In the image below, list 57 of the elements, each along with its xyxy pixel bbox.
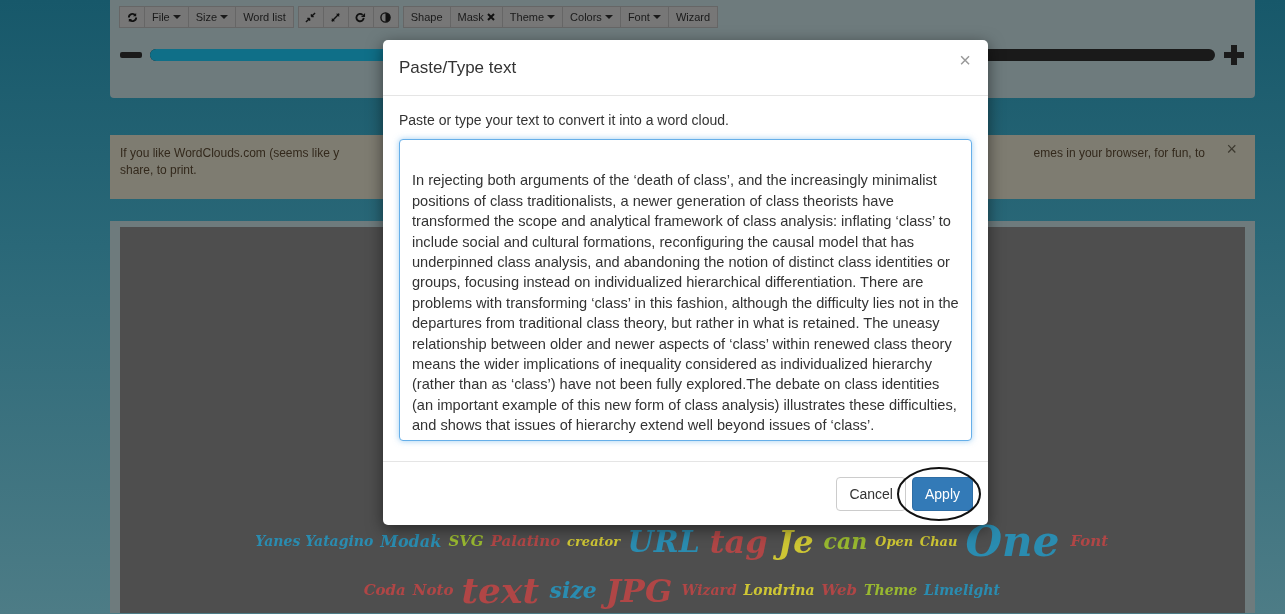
caret-icon <box>172 15 181 19</box>
plus-icon[interactable] <box>1223 44 1245 66</box>
toolbar-button[interactable]: Shape <box>402 6 451 28</box>
cloud-word: Font <box>1069 532 1110 552</box>
cloud-word: size <box>548 576 598 605</box>
shrink-button[interactable] <box>297 6 324 28</box>
apply-button[interactable]: Apply <box>911 476 973 511</box>
caret-icon <box>220 15 229 19</box>
cloud-word: Theme <box>863 581 919 600</box>
caret-icon <box>547 15 556 19</box>
cloud-word: Wizard <box>681 581 738 600</box>
cloud-word: tag <box>708 521 769 562</box>
dropdown-button[interactable]: File <box>144 6 189 28</box>
refresh-icon <box>126 11 138 23</box>
redo-button[interactable] <box>347 6 374 28</box>
cloud-word: One <box>964 515 1061 568</box>
expand-arrows-icon <box>330 11 342 23</box>
cloud-word: text <box>460 568 541 613</box>
cloud-word: Palatino <box>489 532 562 552</box>
dropdown-button[interactable]: Size <box>187 6 237 28</box>
redo-icon <box>355 11 367 23</box>
banner-text: emes in your browser, for fun, to <box>1033 145 1205 162</box>
toolbar-button[interactable]: Word list <box>235 6 294 28</box>
dialog-title: Paste/Type text <box>399 57 517 78</box>
caret-icon <box>652 15 661 19</box>
contrast-icon <box>380 11 392 23</box>
close-icon <box>486 13 495 21</box>
close-button[interactable]: × <box>959 49 971 72</box>
cloud-word: SVG <box>447 532 485 552</box>
cloud-word: Limelight <box>923 581 1001 600</box>
expand-button[interactable] <box>322 6 349 28</box>
cloud-word: Londrina <box>742 581 816 600</box>
cloud-word: URL <box>626 523 701 561</box>
shrink-arrows-icon <box>305 11 317 23</box>
cancel-button[interactable]: Cancel <box>836 476 906 511</box>
cloud-word: Coda <box>362 581 407 600</box>
cloud-word: Chau <box>919 533 959 550</box>
cloud-word: Web <box>820 581 859 600</box>
banner-text: If you like WordClouds.com (seems like y share, to print. <box>120 145 341 179</box>
toolbar-button[interactable]: Mask <box>449 6 503 28</box>
cloud-word: creator <box>566 533 622 550</box>
cloud-word: Yanes Yatagino <box>254 533 375 551</box>
dropdown-button[interactable]: Colors <box>562 6 621 28</box>
dropdown-button[interactable]: Theme <box>501 6 564 28</box>
cloud-word: Open <box>874 533 915 550</box>
refresh-button[interactable] <box>119 6 145 28</box>
text-input-field[interactable]: In rejecting both arguments of the ‘death of class’, and the increasingly minimalist positions of class traditionalists, a newer generation of class theorists have transformed the scope and analytical framework of class analysis: inflating ‘class’ to include social and cultural formations, reconfiguring the causal model that has underpinned class analysis, and abandoning the notion of distinct class identities or groups, focusing instead on individualized hierarchical differentiation. There are problems with transforming ‘class’ in this fashion, although the difficulty lies not in the departures from traditional class theory, but rather in what is retained. The uneasy relationship between older and newer aspects of ‘class’ within renewed class theory means the wider implications of inequality considered as individualized hierarchy (rather than as ‘class’) have not been fully explored.The debate on class identities (an important example of this new form of class analysis) illustrates these difficulties, and shows that issues of hierarchy extend well beyond issues of ‘class’. <box>399 139 972 441</box>
cloud-word: can <box>822 528 869 556</box>
toolbar-button[interactable]: Wizard <box>667 6 719 28</box>
contrast-button[interactable] <box>372 6 399 28</box>
cloud-word: Modak <box>379 531 443 552</box>
minus-icon[interactable] <box>120 51 142 59</box>
dropdown-button[interactable]: Font <box>619 6 669 28</box>
close-button[interactable]: × <box>1226 141 1237 158</box>
cloud-word: Noto <box>412 581 455 600</box>
caret-icon <box>604 15 613 19</box>
dialog-prompt: Paste or type your text to convert it into a word cloud. <box>399 112 730 128</box>
